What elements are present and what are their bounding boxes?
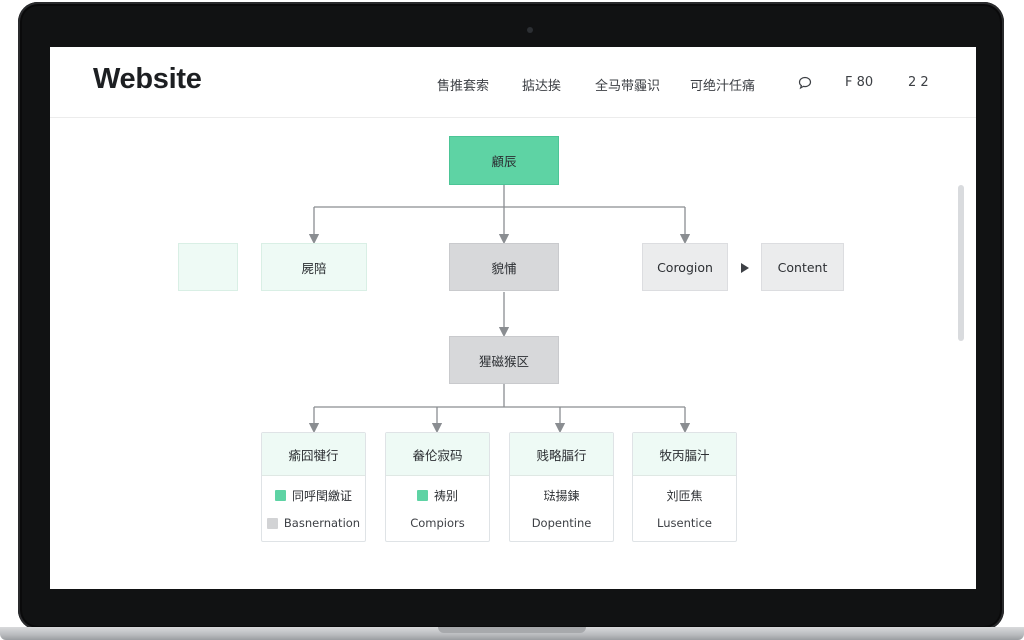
card-row-2: Compiors [386,516,489,530]
card-title: 瘉囧犍行 [262,433,365,476]
gray-swatch-icon [266,517,278,529]
laptop-notch [438,627,586,633]
card-row-1: 琺揚鍊 [510,487,613,504]
leaf-card-1[interactable]: 瘉囧犍行 同呼閏繳证 Basnernation [261,432,366,542]
card-row-2-label: Compiors [410,516,465,530]
level2-node[interactable]: 猩磁猴区 [449,336,559,384]
green-swatch-icon [274,490,286,501]
play-arrow-icon [741,263,749,273]
card-title: 牧丙腷汁 [633,433,736,476]
leaf-card-4[interactable]: 牧丙腷汁 刘匝焦 Lusentice [632,432,737,542]
card-row-2: Basnernation [262,516,365,530]
card-title: 畚伦寂码 [386,433,489,476]
card-row-2-label: Lusentice [657,516,712,530]
level1-center-node[interactable]: 貌悑 [449,243,559,291]
card-row-1: 刘匝焦 [633,487,736,504]
content-node[interactable]: Content [761,243,844,291]
card-row-1: 同呼閏繳证 [262,487,365,504]
card-row-1-label: 刘匝焦 [666,489,703,503]
card-row-2: Dopentine [510,516,613,530]
screen: Website 售推套索 掂达挨 全马带霾识 可绝汁任痛 F 80 2 2 顧辰… [50,47,976,589]
leaf-card-2[interactable]: 畚伦寂码 祷别 Compiors [385,432,490,542]
leaf-card-3[interactable]: 贱略腷行 琺揚鍊 Dopentine [509,432,614,542]
card-row-2-label: Dopentine [531,516,592,530]
card-row-1-label: 同呼閏繳证 [291,489,352,503]
card-row-1: 祷别 [386,487,489,504]
card-row-2: Lusentice [633,516,736,530]
camera-dot [527,27,533,33]
root-node[interactable]: 顧辰 [449,136,559,185]
level1-right-node[interactable]: Corogion [642,243,728,291]
card-row-1-label: 祷别 [433,489,458,503]
card-row-2-label: Basnernation [283,516,361,530]
card-row-1-label: 琺揚鍊 [543,489,580,503]
green-swatch-icon [416,490,428,501]
card-title: 贱略腷行 [510,433,613,476]
level1-left-node[interactable]: 屍陪 [261,243,367,291]
blank-mint-node[interactable] [178,243,238,291]
